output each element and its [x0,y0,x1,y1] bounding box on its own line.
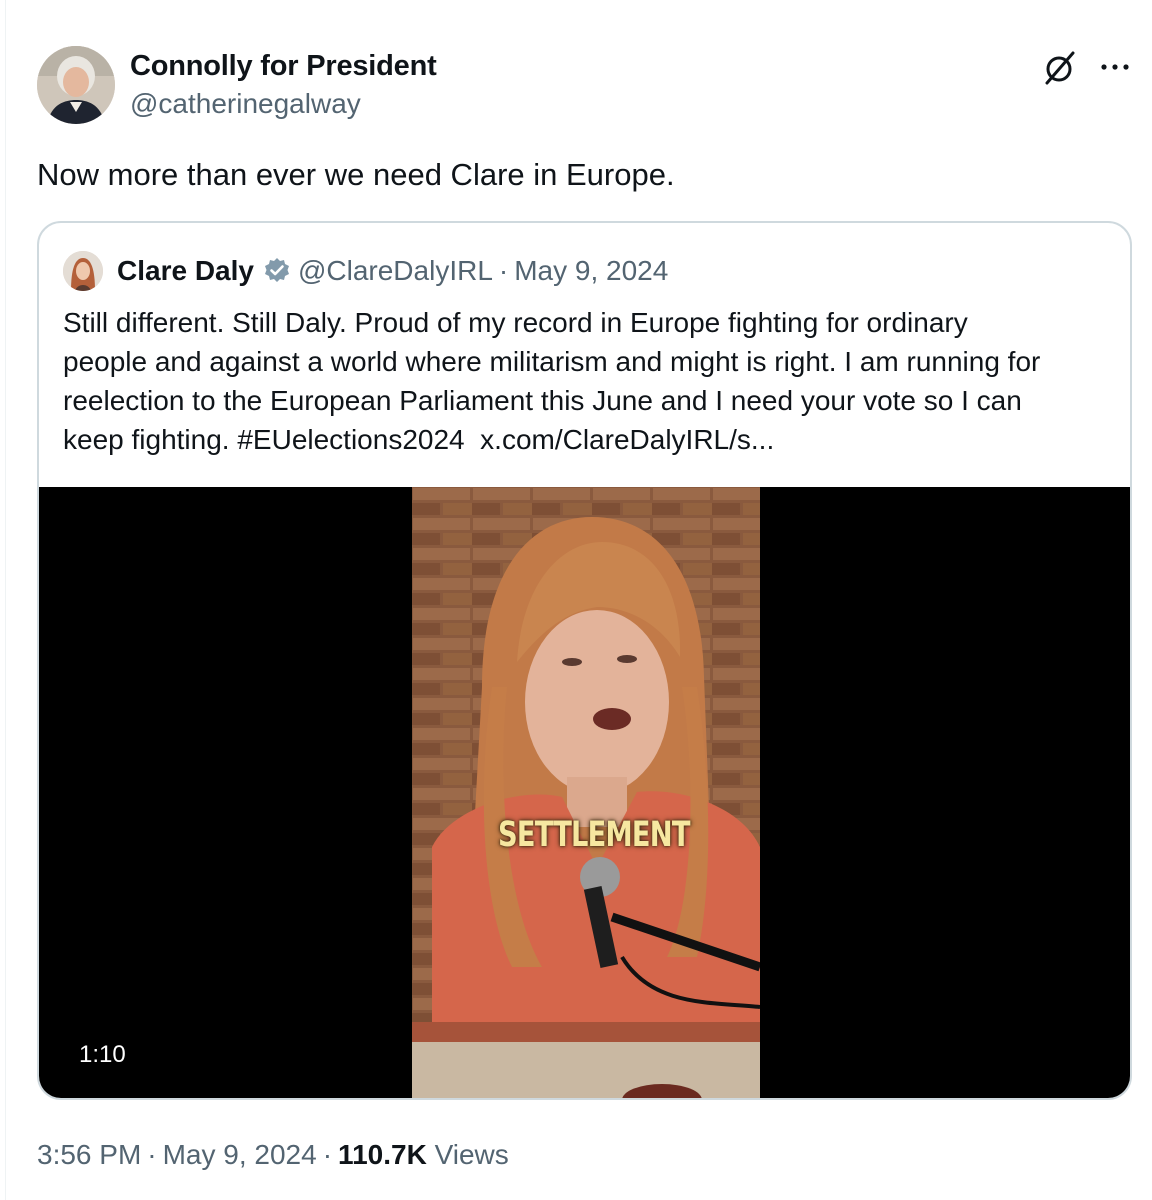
more-icon[interactable] [1097,52,1133,82]
quoted-author-avatar [63,251,103,291]
views-label[interactable]: Views [435,1139,509,1170]
quoted-text-line-with-links[interactable]: keep fighting. #EUelections2024 x.com/Cl… [63,424,774,455]
verified-badge-icon [262,256,292,286]
quoted-post-header: Clare Daly @ClareDalyIRL · May 9, 2024 [63,249,668,293]
post: Connolly for President @catherinegalway … [0,0,1152,1200]
video-caption-overlay: SETTLEMENT [498,815,691,855]
quoted-author-name[interactable]: Clare Daly [117,255,254,287]
post-metadata: 3:56 PM · May 9, 2024 · 110.7K Views [37,1138,509,1172]
quoted-post-text: Still different. Still Daly. Proud of my… [63,303,1113,459]
quoted-text-line: people and against a world where militar… [63,346,1041,377]
quoted-author-handle[interactable]: @ClareDalyIRL [298,255,493,287]
post-date[interactable]: May 9, 2024 [163,1139,317,1170]
quoted-text-line: Still different. Still Daly. Proud of my… [63,307,968,338]
video-thumbnail [412,487,760,1098]
author-handle[interactable]: @catherinegalway [130,86,437,122]
post-time[interactable]: 3:56 PM [37,1139,141,1170]
meta-separator: · [322,1139,333,1170]
quoted-post-card[interactable]: Clare Daly @ClareDalyIRL · May 9, 2024 S… [37,221,1132,1100]
video-duration: 1:10 [79,1041,126,1068]
quoted-text-line: reelection to the European Parliament th… [63,385,1022,416]
views-count[interactable]: 110.7K [338,1139,427,1170]
author-info: Connolly for President @catherinegalway [130,48,437,122]
meta-separator: · [147,1139,157,1170]
post-text: Now more than ever we need Clare in Euro… [37,157,675,192]
author-display-name[interactable]: Connolly for President [130,48,437,84]
author-avatar[interactable] [37,46,115,124]
video-player[interactable]: SETTLEMENT 1:10 [39,487,1130,1098]
quoted-header-separator: · [498,255,509,286]
quoted-post-date[interactable]: May 9, 2024 [514,255,668,287]
grok-icon[interactable] [1042,50,1078,86]
